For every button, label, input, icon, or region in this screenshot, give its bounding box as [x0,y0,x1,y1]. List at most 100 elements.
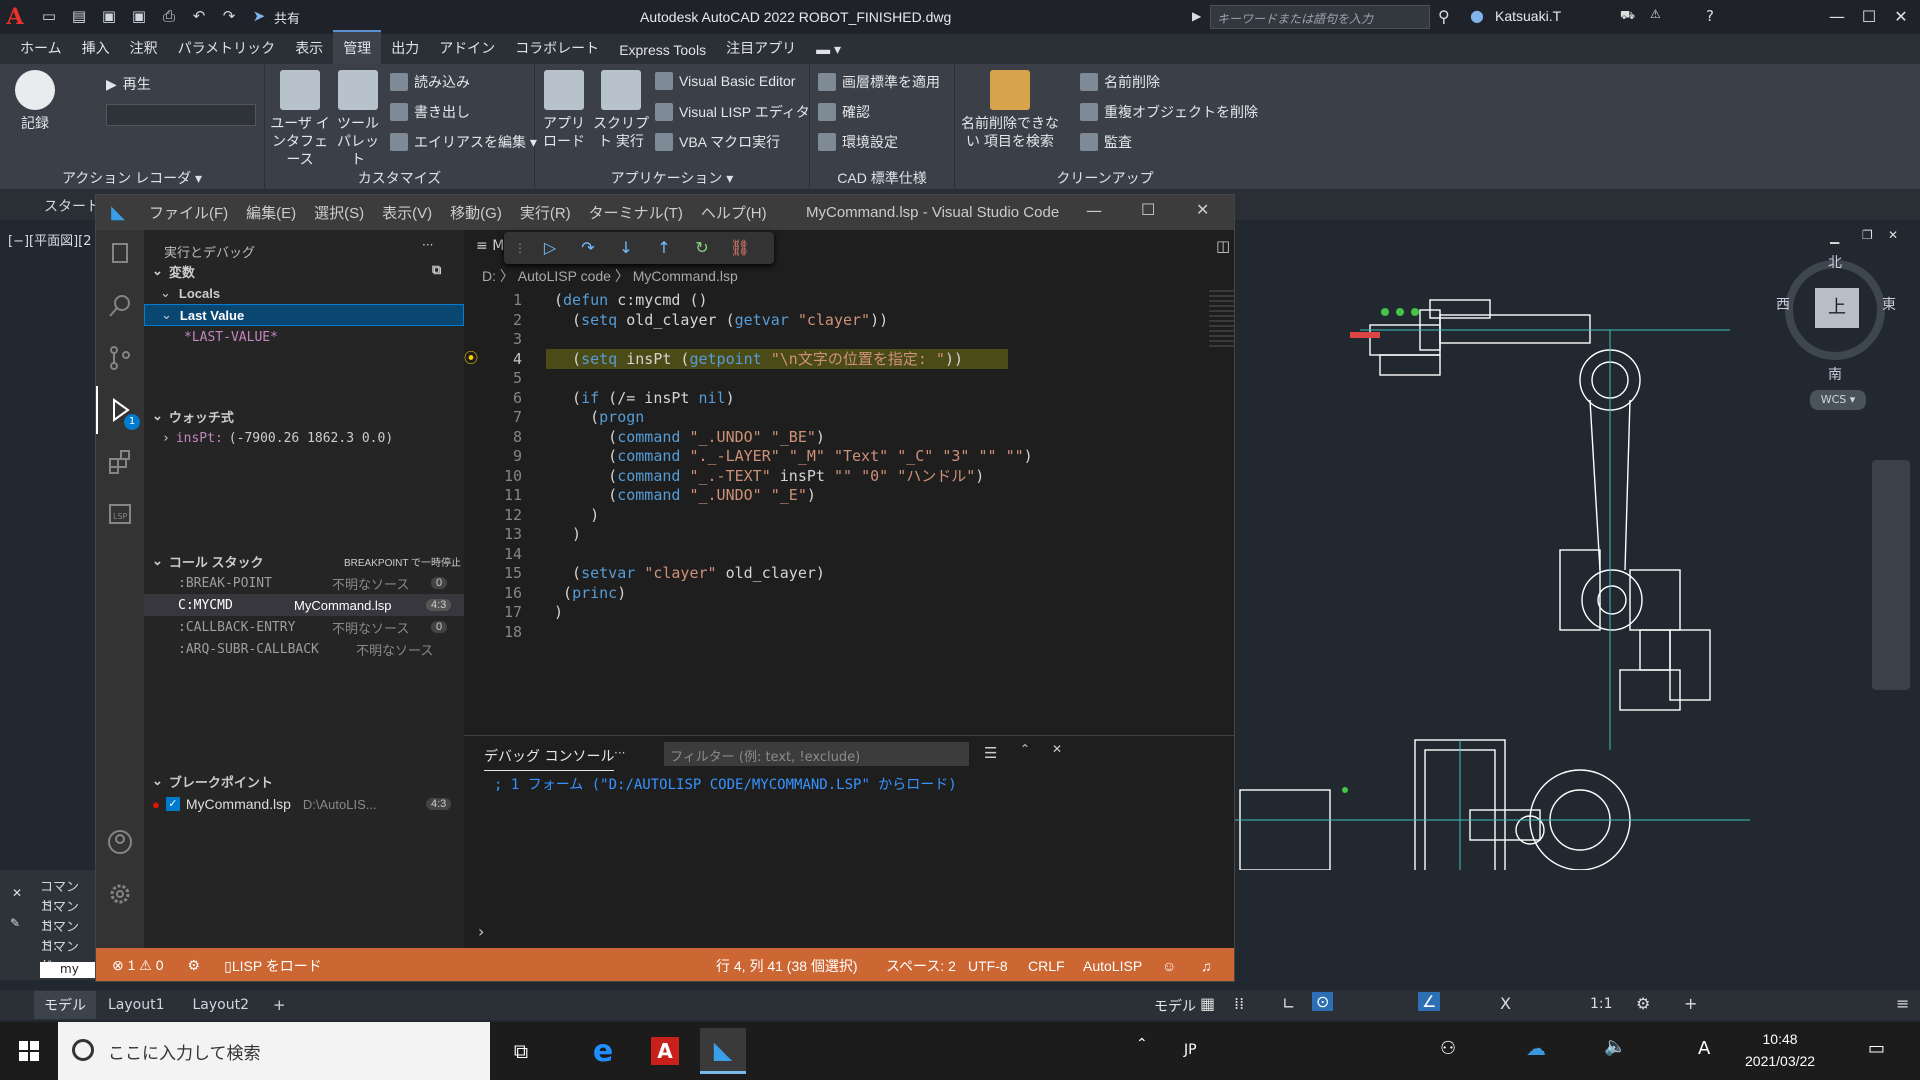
drag-handle-icon[interactable]: ⋮ [514,241,526,255]
viewcube-east[interactable]: 東 [1882,294,1896,314]
export-button[interactable]: 書き出し [390,102,470,122]
vlisp-button[interactable]: Visual LISP エディタ [655,102,810,122]
viewcube-west[interactable]: 西 [1776,294,1790,314]
viewport-controls[interactable]: [−][平面図][2 [8,230,92,249]
action-center-icon[interactable]: ▭ [1868,1038,1885,1059]
minimize-button[interactable]: — [1822,4,1852,30]
last-value-item[interactable]: *LAST-VALUE* [144,326,464,348]
command-settings-icon[interactable]: ✎ [10,916,20,930]
viewport-close-icon[interactable]: ✕ [1888,228,1898,242]
breakpoint-checkbox[interactable]: ✓ [165,797,180,811]
macro-select[interactable] [106,104,256,126]
cart-icon[interactable]: ⛟ [1620,8,1635,24]
layout-tab-layout1[interactable]: Layout1 [108,997,165,1013]
navigation-bar[interactable] [1872,460,1910,690]
breadcrumb[interactable]: D: 〉 AutoLISP code 〉 MyCommand.lsp [482,266,738,286]
extensions-icon[interactable] [96,438,144,486]
onedrive-icon[interactable]: ☁ [1526,1036,1546,1060]
grid-icon[interactable]: ▦ [1200,994,1215,1013]
menu-terminal[interactable]: ターミナル(T) [580,202,692,223]
menu-run[interactable]: 実行(R) [511,202,580,223]
stack-frame[interactable]: :ARQ-SUBR-CALLBACK 不明なソース [144,638,464,660]
customize-status-icon[interactable]: ≡ [1896,994,1909,1013]
callstack-section[interactable]: ⌄ コール スタック BREAKPOINT で一時停止 [144,550,464,572]
menu-edit[interactable]: 編集(E) [237,202,305,223]
volume-icon[interactable]: 🔈 [1604,1036,1626,1057]
keyword-search-input[interactable]: キーワードまたは語句を入力 [1210,5,1430,29]
show-hidden-icons[interactable]: ⌃ [1136,1036,1148,1052]
action-recorder-label[interactable]: アクション レコーダ ▾ [0,168,264,188]
ime-mode[interactable]: A [1698,1038,1710,1059]
close-panel-icon[interactable]: ✕ [1052,742,1062,756]
command-close-icon[interactable]: ✕ [12,886,22,900]
cui-button[interactable]: ユーザ インタフェース [270,70,330,168]
edge-icon[interactable]: e [580,1028,626,1074]
osnap-icon[interactable]: ∠ [1418,992,1441,1011]
source-control-icon[interactable] [96,334,144,382]
clear-console-icon[interactable]: ☰ [984,744,997,762]
disconnect-icon[interactable]: ⛓ [726,236,754,260]
restart-icon[interactable]: ↻ [688,236,716,260]
settings-gear-icon[interactable] [96,870,144,918]
windows-start-icon[interactable] [6,1028,52,1074]
people-icon[interactable]: ⚇ [1440,1038,1456,1059]
ortho-icon[interactable]: ∟ [1282,994,1295,1013]
problems-status[interactable]: ⊗ 1 ⚠ 0 [112,957,164,974]
tab-parametric[interactable]: パラメトリック [168,32,286,64]
plus-icon[interactable]: + [1684,994,1697,1013]
open-icon[interactable]: ▤ [68,7,90,27]
taskbar-search-input[interactable]: ここに入力して検索 [58,1022,490,1080]
user-icon[interactable]: ● [1470,6,1484,25]
continue-icon[interactable]: ▷ [536,236,564,260]
viewcube-south[interactable]: 南 [1828,364,1842,384]
tab-manage[interactable]: 管理 [333,30,382,64]
overkill-button[interactable]: 重複オブジェクトを削除 [1080,102,1258,122]
vba-run-button[interactable]: VBA マクロ実行 [655,132,780,152]
user-name[interactable]: Katsuaki.T [1495,8,1561,24]
viewcube-top-face[interactable]: 上 [1815,288,1859,328]
configure-button[interactable]: 環境設定 [818,132,898,152]
notifications-bell-icon[interactable]: ♫ [1201,958,1212,974]
tab-output[interactable]: 出力 [381,32,429,64]
menu-selection[interactable]: 選択(S) [305,202,373,223]
autocad-taskbar-icon[interactable]: A [642,1028,688,1074]
maximize-panel-icon[interactable]: ⌃ [1020,742,1030,756]
menu-view[interactable]: 表示(V) [373,202,441,223]
edit-alias-button[interactable]: エイリアスを編集 ▾ [390,132,537,152]
polar-icon[interactable]: ⊙ [1312,992,1334,1011]
layer-translate-button[interactable]: 画層標準を適用 [818,72,940,92]
lsp-icon[interactable]: LSP [96,490,144,538]
annotation-icon[interactable]: Ⅹ [1500,994,1511,1013]
step-into-icon[interactable]: ↓ [612,236,640,260]
stack-frame[interactable]: :CALLBACK-ENTRY 不明なソース 0 [144,616,464,638]
record-button[interactable]: 記録 [10,70,60,132]
load-lisp-status[interactable]: ▯LISP をロード [224,956,322,976]
layout-tab-layout2[interactable]: Layout2 [193,997,250,1013]
check-button[interactable]: 確認 [818,102,870,122]
stack-frame-active[interactable]: C:MYCMD MyCommand.lsp 4:3 [144,594,464,616]
editor-tab[interactable]: ≡ M [476,238,504,254]
layout-tab-model[interactable]: モデル [34,991,96,1019]
save-icon[interactable]: ▣ [98,7,120,27]
locals-scope[interactable]: ⌄ Locals [144,282,464,304]
audit-button[interactable]: 監査 [1080,132,1132,152]
tab-addins[interactable]: アドイン [429,32,505,64]
tab-collaborate[interactable]: コラボレート [505,32,609,64]
scale-status[interactable]: 1:1 [1590,996,1613,1012]
tab-home[interactable]: ホーム [10,32,72,64]
redo-icon[interactable]: ↷ [218,7,240,27]
breakpoint-item[interactable]: ● ✓ MyCommand.lsp D:\AutoLIS... 4:3 [144,793,464,815]
account-icon[interactable] [96,818,144,866]
applications-label[interactable]: アプリケーション ▾ [535,168,809,188]
close-button[interactable]: ✕ [1886,4,1916,30]
workspace-gear-icon[interactable]: ⚙ [1636,994,1650,1013]
tab-view[interactable]: 表示 [285,32,333,64]
share-icon[interactable]: ➤ [248,7,270,27]
save-as-icon[interactable]: ▣ [128,7,150,27]
sidebar-more-icon[interactable]: ··· [422,238,433,252]
add-layout-button[interactable]: + [273,996,286,1014]
purge-button[interactable]: 名前削除 [1080,72,1160,92]
command-input[interactable]: my [40,962,95,978]
search-icon[interactable]: ⚲ [1438,7,1450,26]
variables-section[interactable]: ⌄ 変数 ⧉ [144,260,464,282]
